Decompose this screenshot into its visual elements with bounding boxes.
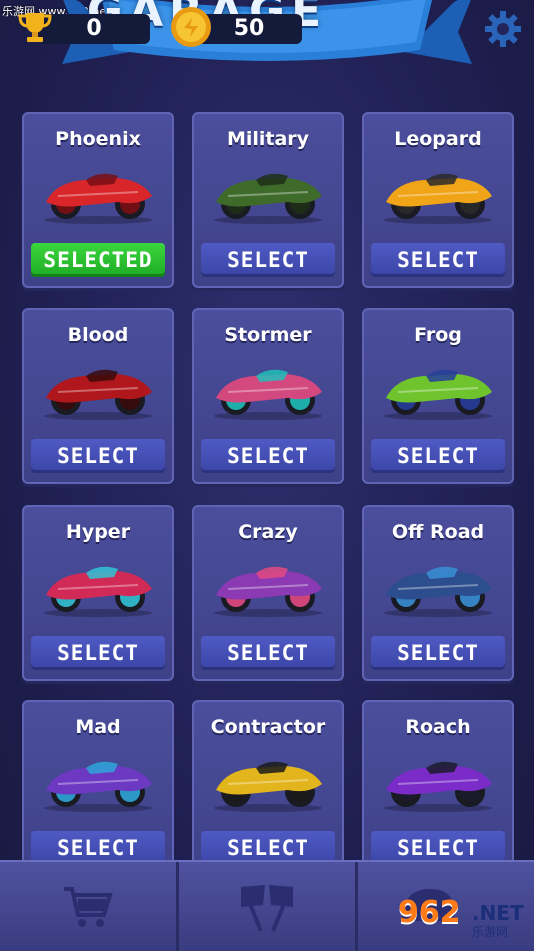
bike-image xyxy=(384,761,492,812)
shopping-cart-icon xyxy=(64,886,113,927)
bike-image xyxy=(44,369,152,420)
select-button[interactable]: SELECT xyxy=(201,636,335,670)
bike-card[interactable]: Contractor SELECT xyxy=(192,700,344,876)
bike-name: Hyper xyxy=(65,521,131,543)
select-button[interactable]: SELECT xyxy=(371,243,505,277)
bike-name: Mad xyxy=(75,716,121,738)
select-button[interactable]: SELECT xyxy=(201,243,335,277)
select-button[interactable]: SELECT xyxy=(201,439,335,473)
bike-image xyxy=(214,173,322,224)
bike-image xyxy=(214,566,322,617)
shop-tab[interactable] xyxy=(0,862,176,951)
bike-image xyxy=(214,761,322,812)
select-button[interactable]: SELECT xyxy=(371,439,505,473)
bike-image xyxy=(384,173,492,224)
bike-card[interactable]: Off Road SELECT xyxy=(362,505,514,681)
bike-name: Leopard xyxy=(394,128,482,150)
trophy-icon xyxy=(18,13,52,42)
trophy-counter: 0 xyxy=(38,14,150,44)
bike-image xyxy=(44,566,152,617)
bike-name: Stormer xyxy=(224,324,312,346)
selected-button[interactable]: SELECTED xyxy=(31,243,165,277)
bike-card[interactable]: Leopard SELECT xyxy=(362,112,514,288)
select-button[interactable]: SELECT xyxy=(31,439,165,473)
settings-gear-icon[interactable] xyxy=(484,10,522,48)
bottom-nav: 962 .NET 乐游网 xyxy=(0,860,534,951)
bike-name: Military xyxy=(226,128,310,150)
top-bar: GARAGE 0 50 xyxy=(0,0,534,80)
bike-card[interactable]: Frog SELECT xyxy=(362,308,514,484)
select-button[interactable]: SELECT xyxy=(371,636,505,670)
bike-name: Frog xyxy=(414,324,462,346)
select-button[interactable]: SELECT xyxy=(31,636,165,670)
bike-card[interactable]: Phoenix SELECTED xyxy=(22,112,174,288)
bike-name: Off Road xyxy=(391,521,485,543)
bike-image xyxy=(384,369,492,420)
bike-name: Roach xyxy=(405,716,471,738)
bike-name: Phoenix xyxy=(55,128,141,150)
bike-card[interactable]: Military SELECT xyxy=(192,112,344,288)
bike-name: Contractor xyxy=(210,716,326,738)
bike-card[interactable]: Stormer SELECT xyxy=(192,308,344,484)
bike-image xyxy=(384,566,492,617)
bike-card[interactable]: Mad SELECT xyxy=(22,700,174,876)
logo-net: .NET xyxy=(472,901,524,925)
bike-image xyxy=(214,369,322,420)
bike-image xyxy=(44,173,152,224)
race-tab[interactable] xyxy=(179,862,355,951)
site-logo: 962 .NET 乐游网 xyxy=(398,895,528,945)
bike-name: Blood xyxy=(67,324,129,346)
bike-card[interactable]: Crazy SELECT xyxy=(192,505,344,681)
bike-card[interactable]: Hyper SELECT xyxy=(22,505,174,681)
coin-icon xyxy=(171,7,211,47)
bike-name: Crazy xyxy=(238,521,298,543)
bike-card[interactable]: Blood SELECT xyxy=(22,308,174,484)
logo-number: 962 xyxy=(398,895,461,930)
checkered-flags-icon xyxy=(241,884,293,932)
bike-card[interactable]: Roach SELECT xyxy=(362,700,514,876)
logo-chinese: 乐游网 xyxy=(472,925,509,939)
bike-image xyxy=(44,761,152,812)
